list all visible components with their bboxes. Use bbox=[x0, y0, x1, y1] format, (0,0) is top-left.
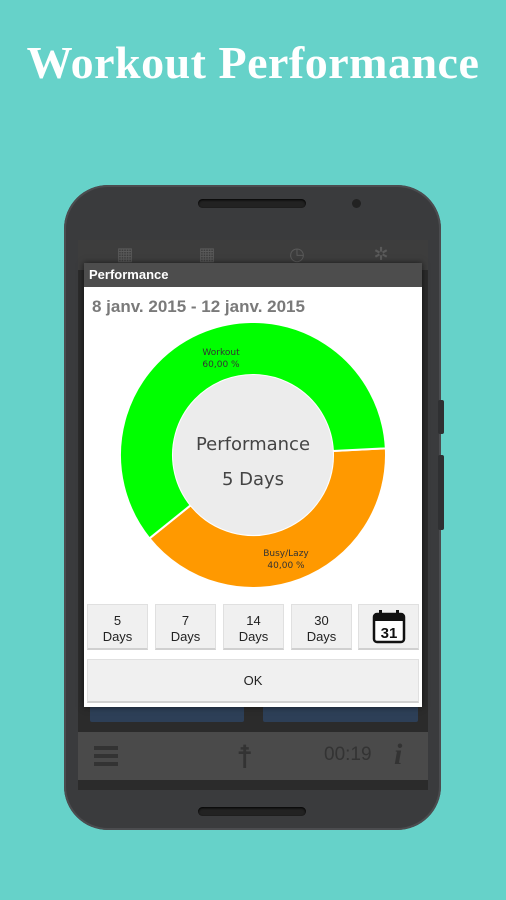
background-button-left[interactable] bbox=[90, 706, 244, 722]
range-5-unit: Days bbox=[102, 629, 133, 644]
dialog-title: Performance bbox=[84, 263, 422, 287]
calendar-week-icon[interactable]: ▦ bbox=[194, 244, 220, 264]
range-30-unit: Days bbox=[306, 629, 337, 644]
bottom-bar: ☨ 00:19 i bbox=[78, 732, 428, 780]
range-14-number: 14 bbox=[246, 613, 261, 628]
range-14-unit: Days bbox=[238, 629, 269, 644]
performance-dialog: Performance 8 janv. 2015 - 12 janv. 2015… bbox=[84, 263, 422, 707]
calendar-icon: 31 bbox=[372, 610, 406, 644]
range-30-days-button[interactable]: 30 Days bbox=[291, 604, 352, 650]
phone-speaker-top bbox=[198, 199, 306, 208]
exercise-figure-icon[interactable]: ☨ bbox=[236, 738, 253, 776]
phone-speaker-bottom bbox=[198, 807, 306, 816]
background-button-right[interactable] bbox=[263, 706, 418, 722]
range-7-number: 7 bbox=[181, 613, 190, 628]
timer-display: 00:19 bbox=[324, 744, 372, 765]
performance-donut-chart: Performance 5 Days Workout 60,00 % Busy/Lazy… bbox=[119, 323, 387, 589]
clock-icon[interactable]: ◷ bbox=[284, 244, 310, 264]
page-headline: Workout Performance bbox=[26, 37, 480, 88]
phone-camera bbox=[352, 199, 361, 208]
range-30-number: 30 bbox=[314, 613, 329, 628]
range-5-days-button[interactable]: 5 Days bbox=[87, 604, 148, 650]
phone-volume-button bbox=[438, 400, 444, 434]
custom-range-button[interactable]: 31 bbox=[358, 604, 419, 650]
calendar-day-number: 31 bbox=[381, 625, 398, 642]
slice-value-busy-lazy: 40,00 % bbox=[267, 561, 305, 571]
range-7-unit: Days bbox=[170, 629, 201, 644]
slice-value-workout: 60,00 % bbox=[202, 360, 240, 370]
range-5-number: 5 bbox=[113, 613, 122, 628]
slice-label-busy-lazy: Busy/Lazy bbox=[263, 549, 309, 559]
range-button-row: 5 Days 7 Days 14 Days 30 Days 31 bbox=[87, 604, 419, 652]
ok-button[interactable]: OK bbox=[87, 659, 419, 703]
range-7-days-button[interactable]: 7 Days bbox=[155, 604, 216, 650]
gear-icon[interactable]: ✲ bbox=[368, 244, 394, 264]
slice-label-workout: Workout bbox=[202, 348, 240, 358]
center-label-title: Performance bbox=[196, 434, 310, 455]
calendar-icon[interactable]: ▦ bbox=[112, 244, 138, 264]
phone-power-button bbox=[438, 455, 444, 530]
range-14-days-button[interactable]: 14 Days bbox=[223, 604, 284, 650]
list-icon[interactable] bbox=[94, 746, 118, 770]
donut-center bbox=[173, 375, 333, 535]
date-range: 8 janv. 2015 - 12 janv. 2015 bbox=[92, 297, 305, 316]
info-icon[interactable]: i bbox=[394, 738, 402, 772]
center-label-period: 5 Days bbox=[222, 469, 284, 490]
